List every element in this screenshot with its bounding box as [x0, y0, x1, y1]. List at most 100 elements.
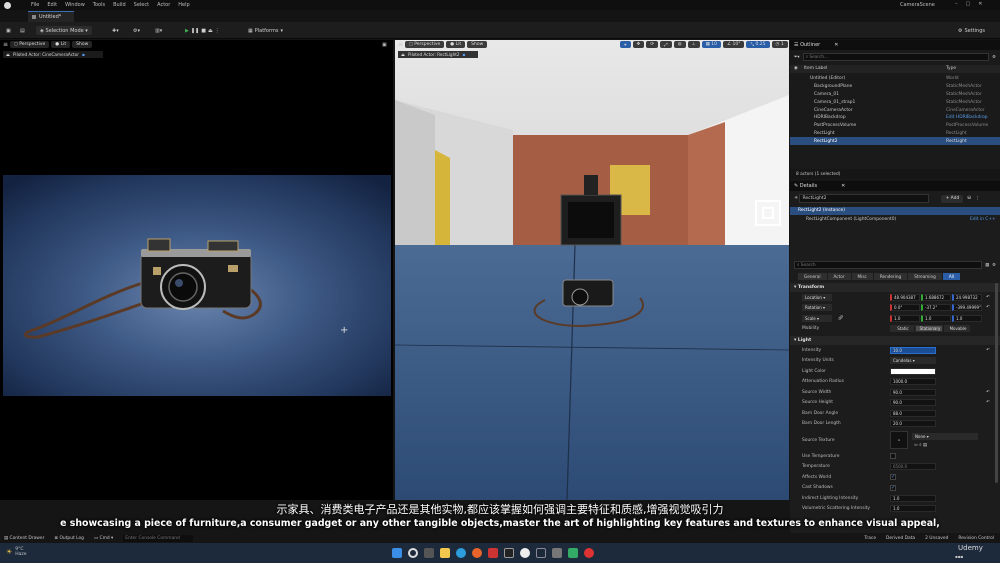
left-lit-button[interactable]: ● Lit: [51, 41, 71, 48]
weather-widget[interactable]: ☀ 9°C Haze: [6, 547, 27, 557]
edit-cpp-link[interactable]: Edit in C++: [970, 217, 996, 222]
component-instance-row[interactable]: RectLight2 (Instance): [790, 207, 1000, 215]
unsaved-button[interactable]: 2 Unsaved: [925, 536, 948, 541]
reset-rotation-icon[interactable]: ↶: [986, 305, 990, 310]
tab-rendering[interactable]: Rendering: [873, 273, 908, 280]
revision-control-button[interactable]: Revision Control: [958, 536, 994, 541]
details-close-icon[interactable]: ✕: [841, 183, 845, 189]
menu-build[interactable]: Build: [113, 2, 126, 8]
firefox-icon[interactable]: [472, 548, 482, 558]
trace-button[interactable]: Trace: [864, 536, 876, 541]
tab-misc[interactable]: Misc: [851, 273, 873, 280]
photo-app-icon[interactable]: [568, 548, 578, 558]
reset-location-icon[interactable]: ↶: [986, 295, 990, 300]
cmd-dropdown[interactable]: ▭ Cmd ▾: [94, 536, 113, 541]
app-icon[interactable]: [488, 548, 498, 558]
add-component-button[interactable]: + Add: [941, 194, 964, 203]
outliner-row[interactable]: HDRIBackdrop Edit HDRIBackdrop: [790, 114, 1000, 122]
menu-help[interactable]: Help: [178, 2, 189, 8]
source-width-field[interactable]: 90.0: [890, 388, 936, 396]
tab-streaming[interactable]: Streaming: [908, 273, 942, 280]
cast-shadows-checkbox[interactable]: ✓: [890, 484, 896, 491]
content-icon-button[interactable]: ▤: [20, 26, 25, 35]
rotation-dropdown[interactable]: Rotation ▾: [802, 304, 832, 312]
scale-z[interactable]: 1.0: [952, 314, 982, 322]
search-icon[interactable]: [408, 548, 418, 558]
unreal-icon[interactable]: [520, 548, 530, 558]
col-type[interactable]: Type: [946, 66, 956, 71]
filter-icon[interactable]: ⏷▾: [794, 55, 800, 60]
location-dropdown[interactable]: Location ▾: [802, 293, 832, 301]
console-input[interactable]: Enter Console Command: [123, 534, 194, 542]
save-button[interactable]: ▣: [6, 26, 11, 35]
outliner-row[interactable]: RectLight RectLight: [790, 130, 1000, 138]
right-viewport[interactable]: ≡ ◻ Perspective ● Lit Show ⌖ ✥ ⟳ ⤢ ◍ ⊥ ▦…: [395, 40, 789, 500]
window-controls[interactable]: –▢✕: [955, 1, 990, 7]
light-section[interactable]: ▾ Light: [790, 336, 1000, 345]
menu-file[interactable]: File: [31, 2, 39, 8]
outliner-settings-icon[interactable]: ⚙: [992, 55, 996, 60]
reset-intensity-icon[interactable]: ↶: [986, 348, 990, 353]
cinematics-button[interactable]: ▥▾: [155, 26, 162, 35]
epic-launcher-icon[interactable]: [504, 548, 514, 558]
right-hamburger-icon[interactable]: ≡: [398, 41, 403, 48]
menu-actor[interactable]: Actor: [157, 2, 170, 8]
scale-tool-icon[interactable]: ⤢: [660, 41, 672, 48]
right-perspective-button[interactable]: ◻ Perspective: [405, 41, 445, 48]
grid-view-icon[interactable]: ▦: [985, 263, 989, 268]
mobility-static[interactable]: Static: [890, 325, 914, 333]
play-options-icon[interactable]: ⋮: [215, 28, 220, 34]
outliner-row-selected[interactable]: RectLight2 RectLight: [790, 137, 1000, 146]
hamburger-icon[interactable]: ≡: [3, 41, 8, 48]
derived-data-button[interactable]: Derived Data: [886, 536, 915, 541]
transform-section[interactable]: ▾ Transform: [790, 283, 1000, 292]
explorer-icon[interactable]: [440, 548, 450, 558]
menu-tools[interactable]: Tools: [93, 2, 105, 8]
select-tool-icon[interactable]: ⌖: [620, 41, 631, 48]
output-log-button[interactable]: ≣ Output Log: [54, 536, 84, 541]
tab-all[interactable]: All: [942, 273, 961, 280]
intensity-field[interactable]: 10.0: [890, 346, 936, 354]
affects-world-checkbox[interactable]: ✓: [890, 474, 896, 481]
actor-name-field[interactable]: RectLight2: [799, 194, 930, 203]
outliner-row[interactable]: PostProcessVolume PostProcessVolume: [790, 122, 1000, 130]
light-color-swatch[interactable]: [890, 367, 936, 375]
stop-icon[interactable]: ■: [201, 28, 206, 34]
menu-select[interactable]: Select: [134, 2, 149, 8]
tab-general[interactable]: General: [798, 273, 827, 280]
grid-snap-button[interactable]: ▦ 10: [701, 41, 721, 48]
selection-mode-dropdown[interactable]: ◈ Selection Mode ▾: [36, 26, 92, 35]
barn-door-length-field[interactable]: 20.0: [890, 420, 936, 428]
mobility-movable[interactable]: Movable: [944, 325, 970, 333]
location-y[interactable]: 1.688672: [921, 293, 951, 301]
outliner-close-icon[interactable]: ✕: [834, 42, 838, 48]
source-texture-dropdown[interactable]: None ▾: [912, 433, 978, 440]
scale-lock-icon[interactable]: 🔗︎: [838, 316, 844, 321]
blueprint-add-icon[interactable]: ⛁: [967, 196, 971, 201]
right-show-button[interactable]: Show: [467, 41, 488, 48]
settings-app-icon[interactable]: [552, 548, 562, 558]
add-actor-button[interactable]: ✚▾: [112, 26, 119, 35]
left-show-button[interactable]: Show: [72, 41, 93, 48]
scale-dropdown[interactable]: Scale ▾: [802, 314, 832, 322]
browse-icon[interactable]: ⇦ ⌕ ▤: [914, 442, 927, 448]
intensity-units-dropdown[interactable]: Candelas ▾: [890, 357, 936, 365]
temperature-field[interactable]: 6500.0: [890, 463, 936, 471]
source-height-field[interactable]: 90.0: [890, 399, 936, 407]
reset-source-height-icon[interactable]: ↶: [986, 400, 990, 405]
lock-icon[interactable]: ▪: [82, 52, 85, 57]
left-perspective-button[interactable]: ◻ Perspective: [10, 41, 50, 48]
location-x[interactable]: 48.904387: [890, 293, 920, 301]
steam-icon[interactable]: [536, 548, 546, 558]
texture-thumbnail[interactable]: ▫: [890, 431, 908, 449]
use-temperature-checkbox[interactable]: [890, 453, 896, 460]
menu-window[interactable]: Window: [65, 2, 85, 8]
eject-pilot-icon[interactable]: ⏏: [6, 52, 10, 57]
right-eject-pilot-icon[interactable]: ⏏: [401, 52, 405, 57]
details-settings-icon[interactable]: ⚙: [992, 263, 996, 268]
rotation-z[interactable]: -399.49999°: [952, 304, 982, 312]
details-scrollbar[interactable]: [995, 283, 998, 483]
scale-snap-button[interactable]: ⤡ 0.25: [746, 41, 770, 48]
eye-icon[interactable]: ◉: [794, 66, 798, 71]
outliner-row[interactable]: Camera_01_strap1 StaticMeshActor: [790, 98, 1000, 106]
